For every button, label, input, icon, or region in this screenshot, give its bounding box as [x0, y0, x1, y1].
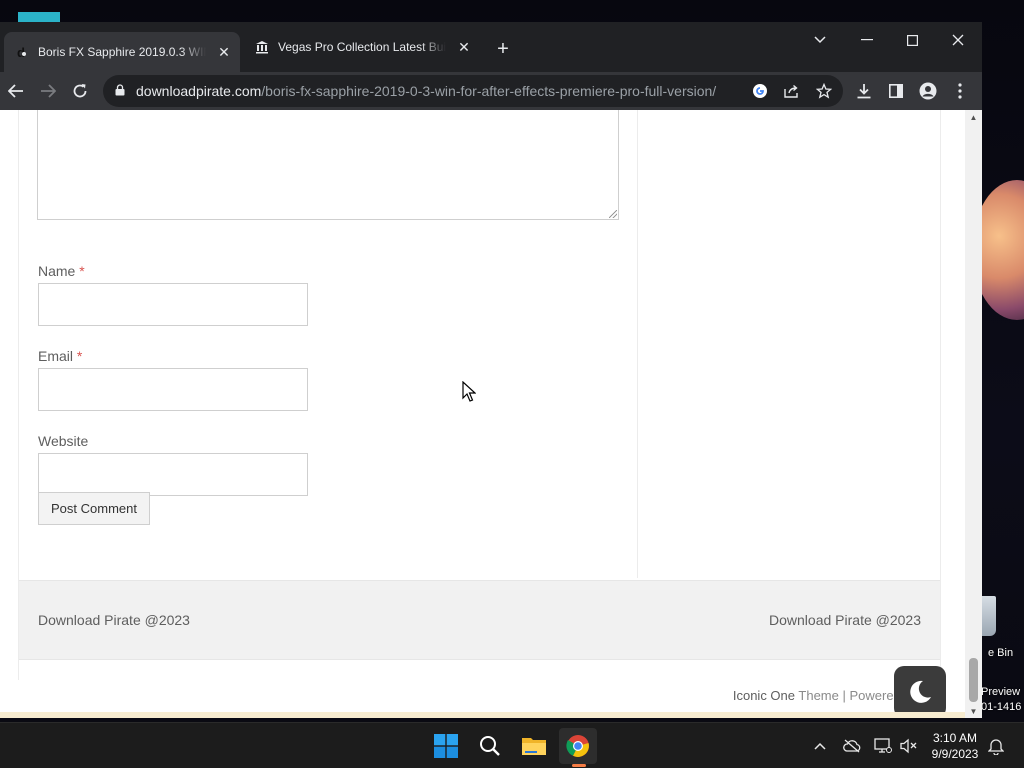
maximize-button[interactable] [890, 26, 934, 54]
mouse-cursor-icon [462, 381, 476, 402]
search-icon [480, 736, 500, 756]
svg-text:d: d [17, 45, 25, 59]
onedrive-offline-icon[interactable] [841, 735, 863, 757]
email-field[interactable] [38, 368, 308, 411]
windows-preview-watermark: Preview [981, 686, 1021, 698]
browser-toolbar: downloadpirate.com/boris-fx-sapphire-201… [0, 72, 982, 110]
network-icon[interactable] [872, 735, 894, 757]
footer-left-text: Download Pirate @2023 [38, 612, 190, 628]
recycle-bin-label: e Bin [988, 647, 1014, 659]
dark-mode-toggle[interactable] [894, 666, 946, 718]
theme-name-link[interactable]: Iconic One [733, 688, 795, 703]
lock-icon[interactable] [115, 84, 125, 96]
theme-word: Theme [795, 688, 839, 703]
website-label: Website [38, 433, 89, 449]
bottom-notice-bar [0, 712, 965, 718]
address-bar[interactable]: downloadpirate.com/boris-fx-sapphire-201… [103, 75, 843, 107]
vertical-scrollbar[interactable]: ▲ ▼ [965, 110, 982, 718]
url-text[interactable]: downloadpirate.com/boris-fx-sapphire-201… [136, 83, 716, 99]
tab-strip: d Boris FX Sapphire 2019.0.3 WIN f ✕ Veg… [0, 22, 982, 72]
scroll-up-arrow-icon[interactable]: ▲ [965, 110, 982, 124]
clock-date: 9/9/2023 [931, 747, 979, 761]
tab-close-icon[interactable]: ✕ [216, 44, 232, 60]
required-mark: * [79, 263, 85, 279]
start-button[interactable] [427, 728, 465, 764]
website-field[interactable] [38, 453, 308, 496]
show-hidden-icons-chevron-icon[interactable] [809, 735, 831, 757]
notification-bell-icon[interactable] [985, 735, 1007, 757]
email-label-text: Email [38, 348, 74, 364]
footer-right-text: Download Pirate @2023 [769, 612, 921, 628]
forward-arrow-icon[interactable] [33, 76, 63, 106]
google-lens-icon[interactable] [749, 80, 771, 102]
site-footer: Download Pirate @2023 Download Pirate @2… [19, 580, 940, 660]
volume-muted-icon[interactable] [898, 735, 920, 757]
back-arrow-icon[interactable] [1, 76, 31, 106]
comment-textarea[interactable] [37, 110, 619, 220]
close-window-button[interactable] [936, 26, 980, 54]
file-explorer-button[interactable] [515, 728, 553, 764]
share-icon[interactable] [781, 80, 803, 102]
windows-build-watermark: 01-1416 [981, 701, 1022, 713]
system-clock[interactable]: 3:10 AM 9/9/2023 [922, 730, 988, 762]
scroll-down-arrow-icon[interactable]: ▼ [965, 704, 982, 718]
tab-vegas-pro[interactable]: Vegas Pro Collection Latest Build ✕ [244, 30, 480, 64]
name-label: Name * [38, 263, 85, 279]
reload-icon[interactable] [65, 76, 95, 106]
windows-taskbar: 3:10 AM 9/9/2023 [0, 722, 1024, 768]
minimize-button[interactable] [845, 26, 889, 54]
chrome-icon [566, 735, 589, 757]
name-field[interactable] [38, 283, 308, 326]
required-mark: * [76, 348, 83, 364]
tab-title: Boris FX Sapphire 2019.0.3 WIN f [38, 45, 206, 59]
side-panel-icon[interactable] [881, 76, 911, 106]
sidebar-divider [637, 110, 638, 578]
more-menu-icon[interactable] [945, 76, 975, 106]
tab-search-chevron-icon[interactable] [798, 26, 842, 54]
search-button[interactable] [471, 728, 509, 764]
url-path: /boris-fx-sapphire-2019-0-3-win-for-afte… [261, 83, 717, 99]
credits-separator: | [838, 688, 850, 703]
moon-icon [910, 680, 931, 703]
windows-logo-icon [434, 734, 458, 758]
downloadpirate-favicon-icon: d [14, 44, 30, 60]
scrollbar-thumb[interactable] [969, 658, 978, 702]
clock-time: 3:10 AM [932, 731, 978, 745]
bank-icon [254, 39, 270, 55]
browser-window: d Boris FX Sapphire 2019.0.3 WIN f ✕ Veg… [0, 22, 982, 718]
name-label-text: Name [38, 263, 76, 279]
resize-handle-icon[interactable] [609, 210, 617, 218]
tab-boris-fx[interactable]: d Boris FX Sapphire 2019.0.3 WIN f ✕ [4, 32, 240, 72]
download-icon[interactable] [849, 76, 879, 106]
profile-icon[interactable] [913, 76, 943, 106]
email-label: Email * [38, 348, 82, 364]
tab-close-icon[interactable]: ✕ [456, 39, 472, 55]
active-app-indicator [572, 764, 586, 767]
post-comment-button[interactable]: Post Comment [38, 492, 150, 525]
page-viewport: Name * Email * Website Post Comment Down… [0, 110, 965, 718]
new-tab-button[interactable]: + [492, 38, 514, 60]
folder-icon [522, 738, 546, 755]
bookmark-star-icon[interactable] [813, 80, 835, 102]
chrome-taskbar-button[interactable] [559, 728, 597, 764]
tab-title: Vegas Pro Collection Latest Build [278, 40, 446, 54]
url-host: downloadpirate.com [136, 83, 262, 99]
site-container: Name * Email * Website Post Comment Down… [18, 110, 941, 680]
